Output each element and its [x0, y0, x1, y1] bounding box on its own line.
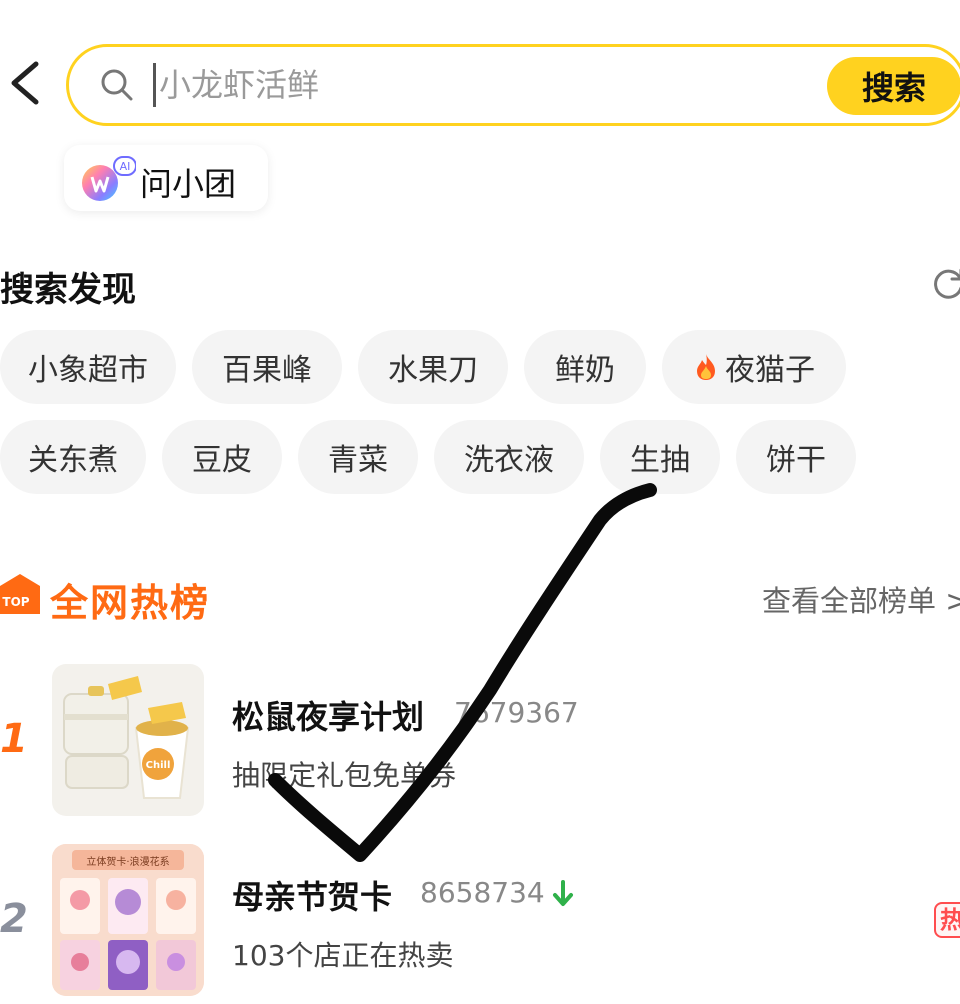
arrow-down-icon: [553, 880, 573, 906]
discover-chip[interactable]: 夜猫子: [662, 330, 846, 404]
rank-number: 2: [0, 896, 28, 942]
chip-label: 百果峰: [222, 353, 312, 388]
product-thumbnail: Chill: [52, 664, 204, 816]
discover-chip[interactable]: 洗衣液: [434, 420, 584, 494]
ask-xiaotuan-button[interactable]: AI 问小团: [64, 145, 268, 211]
search-discover-title: 搜索发现: [0, 270, 136, 310]
chip-label: 关东煮: [28, 443, 118, 478]
chip-label: 豆皮: [192, 443, 252, 478]
discover-chip[interactable]: 青菜: [298, 420, 418, 494]
chip-label: 鲜奶: [555, 353, 615, 388]
discover-chip[interactable]: 鲜奶: [524, 330, 646, 404]
text-cursor: [153, 63, 156, 107]
item-heat-count: 7679367: [454, 696, 579, 729]
product-thumbnail: 立体贺卡·浪漫花系: [52, 844, 204, 996]
view-all-rankings-link[interactable]: 查看全部榜单 >: [762, 578, 960, 620]
chip-label: 生抽: [630, 443, 690, 478]
discover-chip[interactable]: 水果刀: [358, 330, 508, 404]
item-subtitle: 103个店正在热卖: [232, 939, 454, 972]
discover-chip[interactable]: 豆皮: [162, 420, 282, 494]
chip-label: 水果刀: [388, 353, 478, 388]
hot-list-title: 全网热榜: [50, 581, 211, 625]
search-icon: [101, 69, 133, 101]
item-heat-count: 8658734: [420, 876, 545, 909]
discover-chip[interactable]: 关东煮: [0, 420, 146, 494]
chip-label: 青菜: [328, 443, 388, 478]
chip-label: 饼干: [766, 443, 826, 478]
ai-assistant-logo: AI: [82, 156, 136, 201]
ai-badge-text: AI: [120, 160, 131, 173]
search-button[interactable]: 搜索: [827, 57, 960, 115]
ai-chip-label: 问小团: [140, 165, 237, 203]
item-title: 松鼠夜享计划: [232, 698, 425, 736]
greeting-card-image: 立体贺卡·浪漫花系: [52, 844, 204, 996]
top-badge-icon: TOP: [0, 574, 40, 614]
item-subtitle: 抽限定礼包免单券: [232, 759, 457, 792]
search-page: 搜索 AI 问小团 搜索发现 小象超市 百果峰 水果刀 鲜奶: [0, 0, 960, 1004]
gift-box-image: Chill: [63, 676, 190, 799]
refresh-icon[interactable]: [930, 266, 960, 302]
top-badge-text: TOP: [2, 595, 29, 609]
thumb-card-text: 立体贺卡·浪漫花系: [86, 855, 169, 868]
hot-tag-badge: 热: [934, 902, 960, 938]
item-title: 母亲节贺卡: [232, 878, 393, 916]
chip-label: 小象超市: [28, 353, 148, 388]
chip-label: 洗衣液: [464, 443, 554, 478]
chip-label: 夜猫子: [725, 353, 815, 388]
thumb-brand-text: Chill: [146, 760, 171, 771]
discover-chip[interactable]: 百果峰: [192, 330, 342, 404]
fire-icon: [697, 354, 715, 380]
discover-chip[interactable]: 饼干: [736, 420, 856, 494]
search-input[interactable]: [159, 61, 799, 109]
discover-chip[interactable]: 生抽: [600, 420, 720, 494]
back-button[interactable]: [6, 60, 46, 106]
chevron-left-icon: [11, 61, 39, 105]
rank-number: 1: [0, 716, 28, 762]
search-bar[interactable]: 搜索: [66, 44, 960, 126]
discover-chip[interactable]: 小象超市: [0, 330, 176, 404]
